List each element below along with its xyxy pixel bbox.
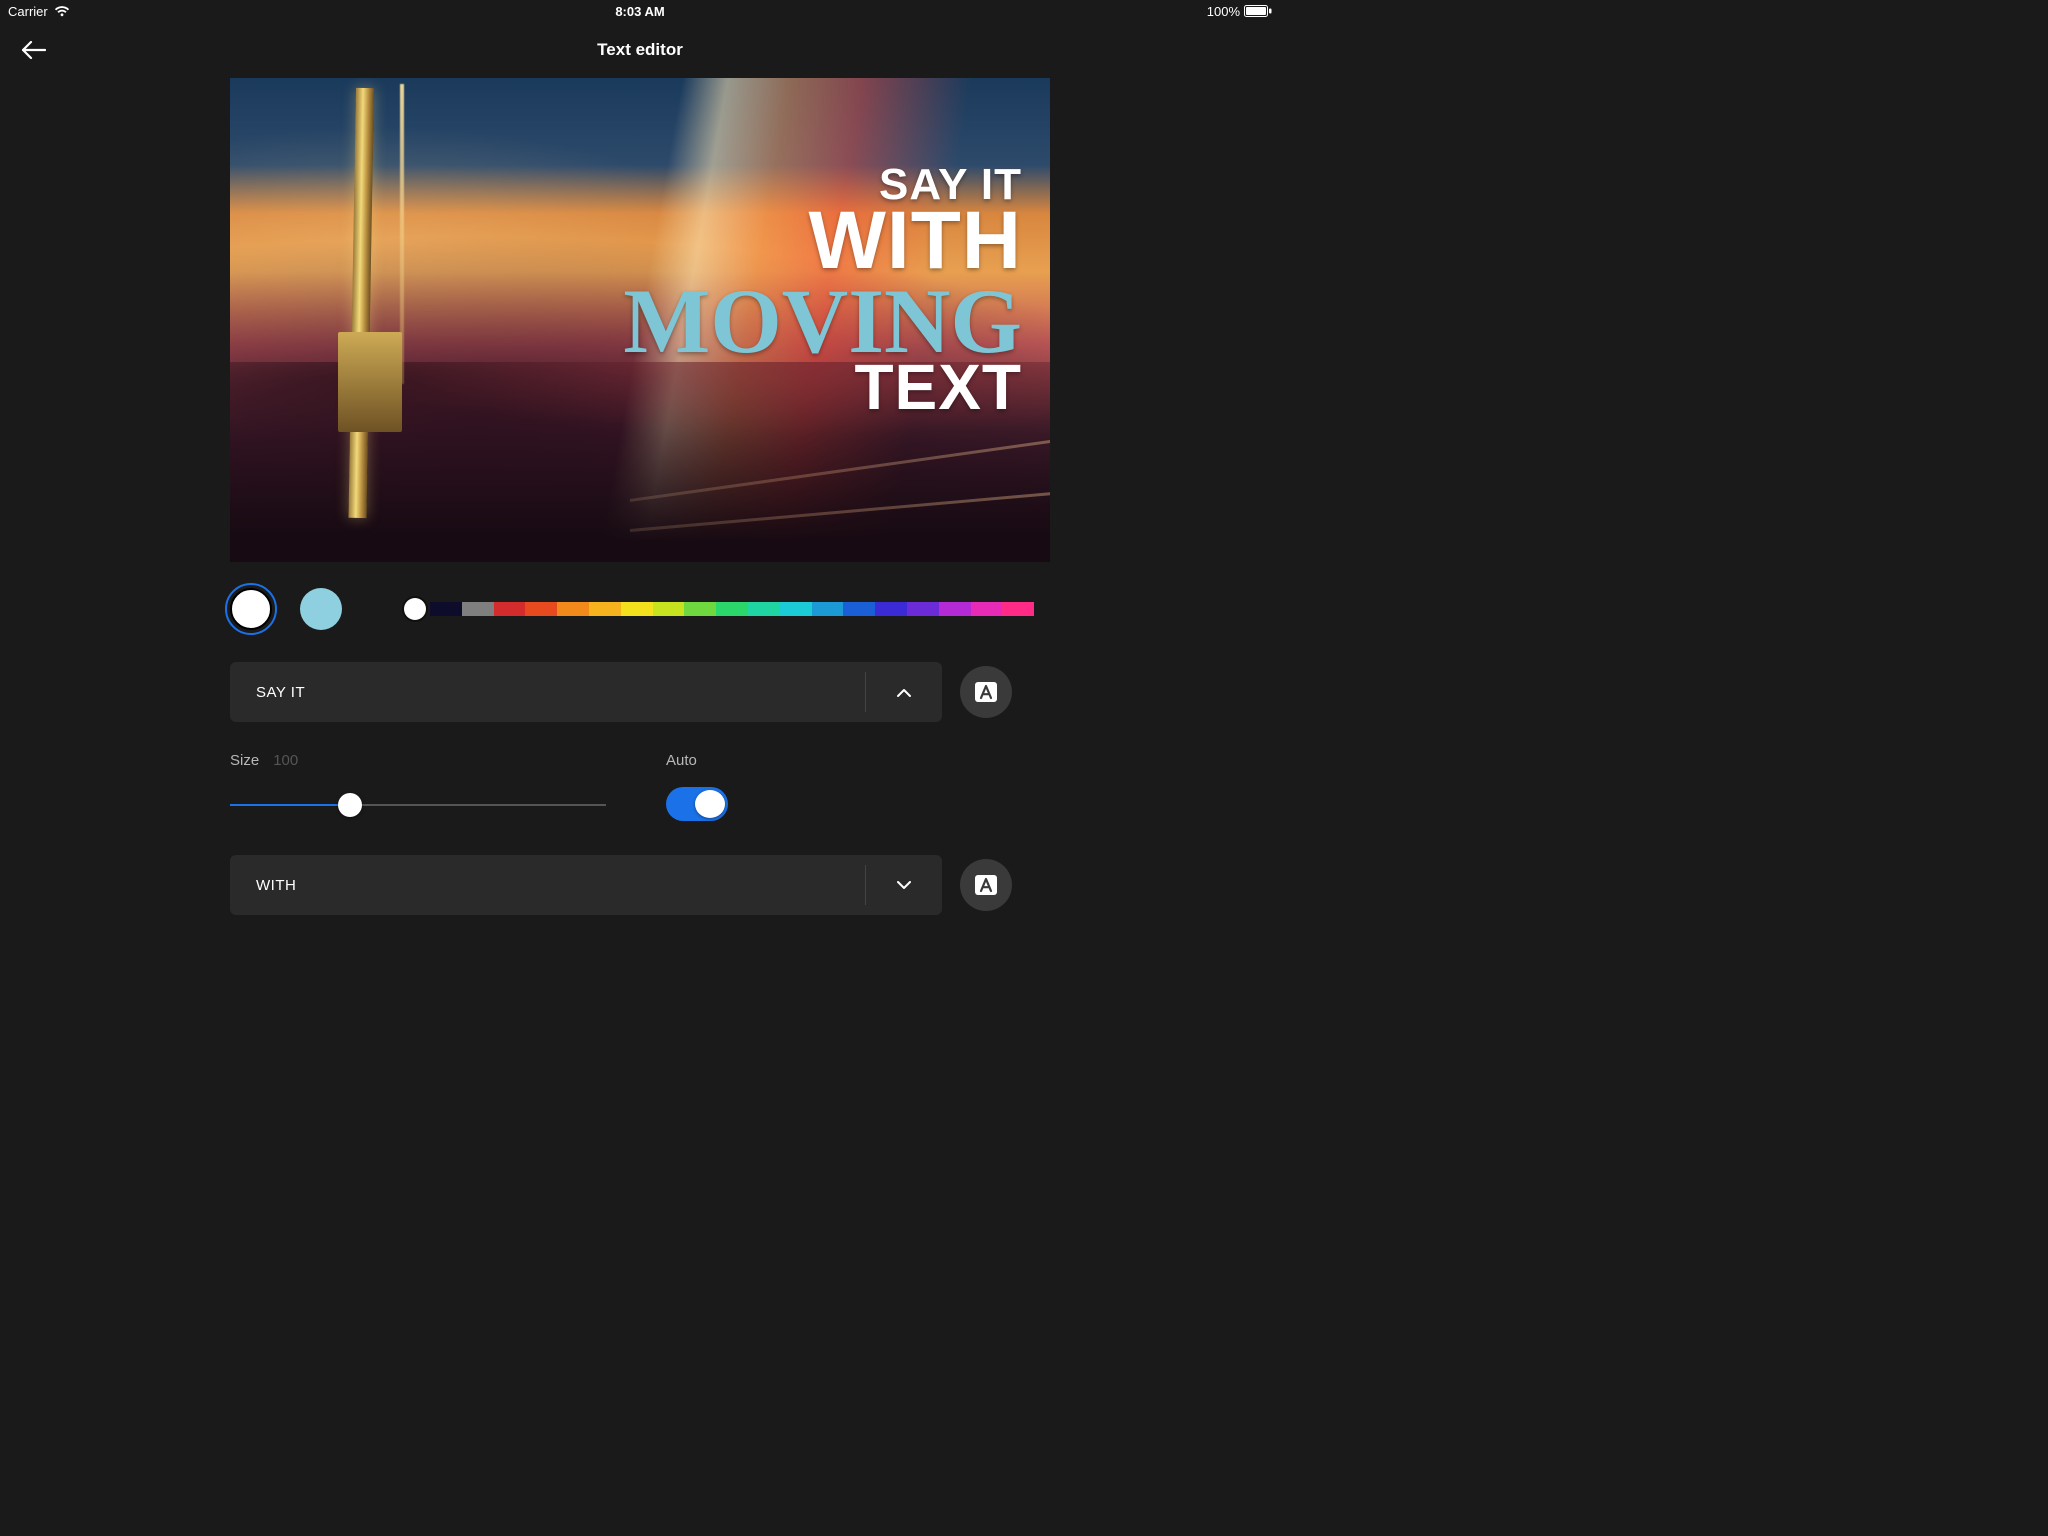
font-icon bbox=[975, 875, 997, 895]
spectrum-stop[interactable] bbox=[525, 602, 557, 616]
battery-percent: 100% bbox=[1207, 4, 1240, 19]
size-label: Size bbox=[230, 752, 259, 769]
text-line-label: WITH bbox=[230, 877, 865, 894]
collapse-toggle[interactable] bbox=[866, 688, 942, 697]
wifi-icon bbox=[54, 5, 70, 17]
preview-line-2: WITH bbox=[623, 202, 1022, 280]
back-button[interactable] bbox=[20, 36, 48, 64]
spectrum-strip[interactable] bbox=[430, 602, 1034, 616]
color-swatch-primary[interactable] bbox=[230, 588, 272, 630]
font-style-button[interactable] bbox=[960, 859, 1012, 911]
spectrum-stop[interactable] bbox=[780, 602, 812, 616]
auto-toggle[interactable] bbox=[666, 787, 728, 821]
size-value: 100 bbox=[273, 752, 298, 769]
spectrum-stop[interactable] bbox=[494, 602, 526, 616]
preview-text-block: SAY IT WITH MOVING TEXT bbox=[623, 164, 1022, 418]
slider-thumb[interactable] bbox=[338, 793, 362, 817]
size-slider[interactable] bbox=[230, 793, 606, 817]
status-bar: Carrier 8:03 AM 100% bbox=[0, 0, 1280, 22]
battery-icon bbox=[1244, 5, 1272, 17]
spectrum-stop[interactable] bbox=[812, 602, 844, 616]
nav-bar: Text editor bbox=[0, 22, 1280, 78]
chevron-down-icon bbox=[897, 881, 911, 890]
back-arrow-icon bbox=[22, 41, 46, 59]
spectrum-stop[interactable] bbox=[939, 602, 971, 616]
auto-label: Auto bbox=[666, 752, 728, 769]
font-style-button[interactable] bbox=[960, 666, 1012, 718]
spectrum-stop[interactable] bbox=[716, 602, 748, 616]
spectrum-stop[interactable] bbox=[843, 602, 875, 616]
spectrum-stop[interactable] bbox=[684, 602, 716, 616]
color-swatch-secondary[interactable] bbox=[300, 588, 342, 630]
toggle-knob bbox=[695, 790, 725, 818]
spectrum-stop[interactable] bbox=[653, 602, 685, 616]
spectrum-stop[interactable] bbox=[589, 602, 621, 616]
spectrum-stop[interactable] bbox=[557, 602, 589, 616]
size-auto-row: Size 100 Auto bbox=[230, 752, 1050, 821]
preview-canvas[interactable]: SAY IT WITH MOVING TEXT bbox=[230, 78, 1050, 562]
spectrum-stop[interactable] bbox=[971, 602, 1003, 616]
expand-toggle[interactable] bbox=[866, 881, 942, 890]
clock: 8:03 AM bbox=[615, 4, 664, 19]
color-spectrum-picker[interactable] bbox=[404, 598, 1034, 620]
spectrum-stop[interactable] bbox=[462, 602, 494, 616]
text-line-label: SAY IT bbox=[230, 684, 865, 701]
spectrum-stop[interactable] bbox=[1002, 602, 1034, 616]
spectrum-thumb[interactable] bbox=[404, 598, 426, 620]
font-icon bbox=[975, 682, 997, 702]
page-title: Text editor bbox=[597, 40, 683, 60]
spectrum-stop[interactable] bbox=[430, 602, 462, 616]
spectrum-stop[interactable] bbox=[907, 602, 939, 616]
text-line-input[interactable]: WITH bbox=[230, 855, 942, 915]
carrier-label: Carrier bbox=[8, 4, 48, 19]
text-line-row: SAY IT bbox=[230, 662, 1050, 722]
spectrum-stop[interactable] bbox=[748, 602, 780, 616]
color-swatch-row bbox=[230, 584, 1050, 634]
spectrum-stop[interactable] bbox=[621, 602, 653, 616]
text-line-input[interactable]: SAY IT bbox=[230, 662, 942, 722]
spectrum-stop[interactable] bbox=[875, 602, 907, 616]
chevron-up-icon bbox=[897, 688, 911, 697]
text-line-row: WITH bbox=[230, 855, 1050, 915]
